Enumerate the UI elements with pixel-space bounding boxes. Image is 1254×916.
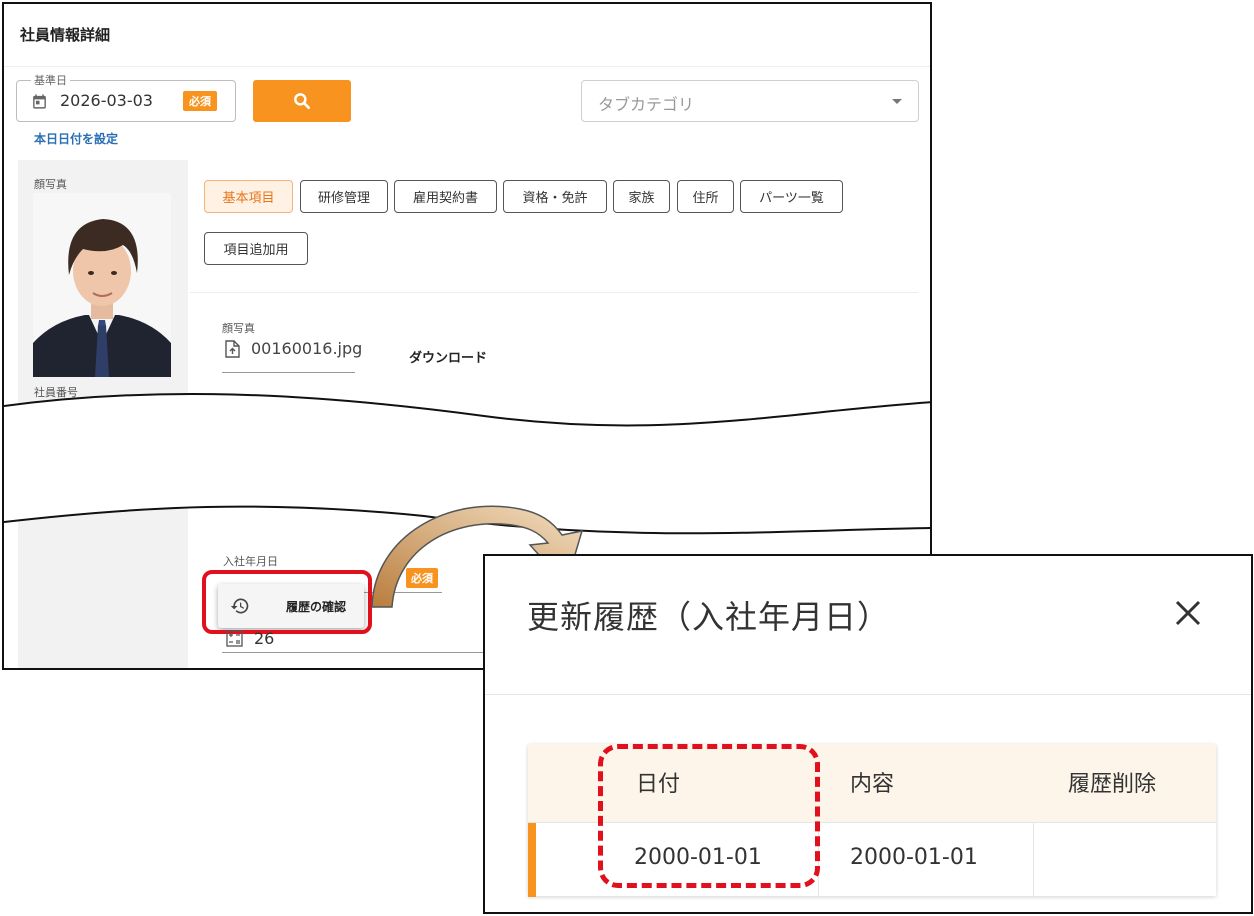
close-icon[interactable] [1171,596,1205,630]
hire-date-label: 入社年月日 [223,555,278,568]
column-separator [1033,823,1034,897]
row-accent-bar [528,823,536,897]
column-header-delete: 履歴削除 [1068,772,1157,797]
date-column-highlight [598,744,820,888]
row-content-cell: 2000-01-01 [850,845,978,870]
dialog-divider [485,694,1251,695]
column-header-content: 内容 [850,772,895,797]
history-callout-highlight [202,570,372,634]
number-field-value[interactable]: 26 [254,629,274,648]
dialog-title: 更新履歴（入社年月日） [527,598,891,636]
number-field-underline [222,652,492,653]
calculator-icon [226,630,243,647]
